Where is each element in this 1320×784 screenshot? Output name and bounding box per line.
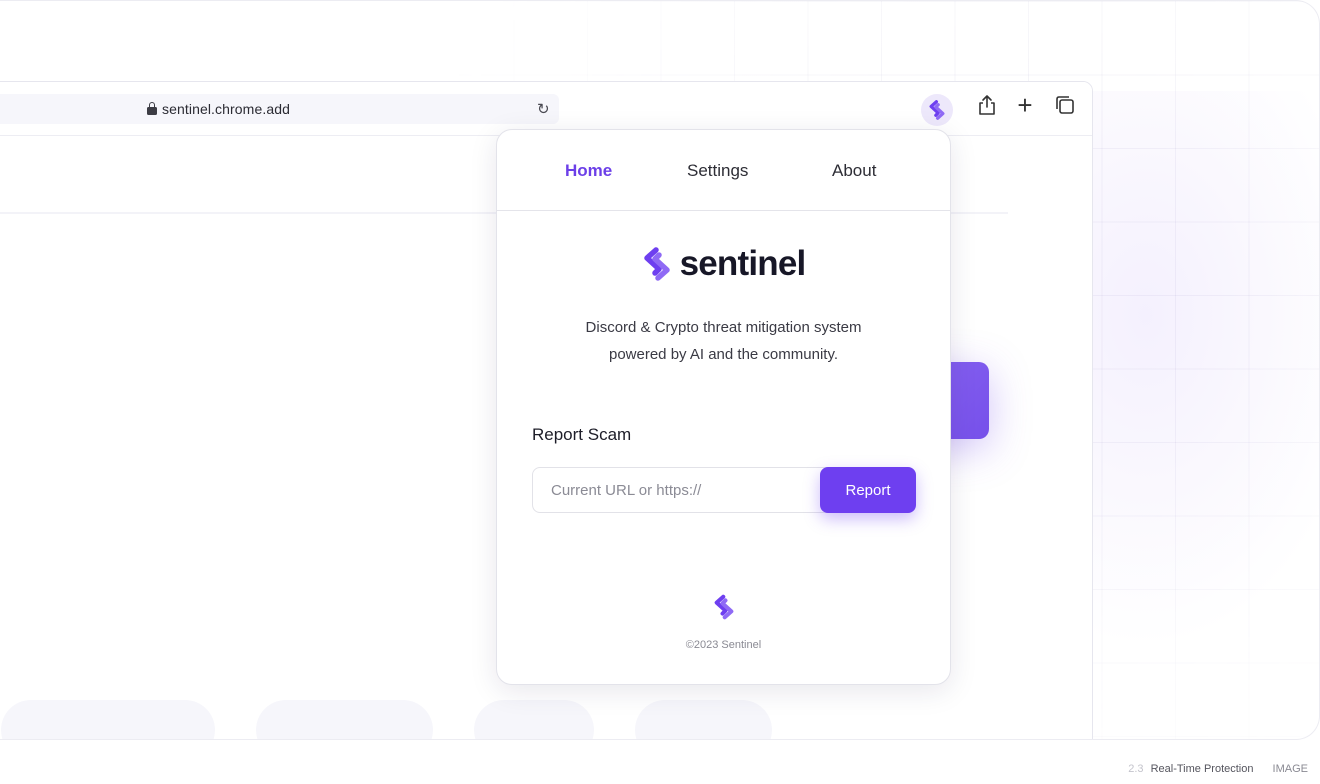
- background-pill: [635, 700, 772, 739]
- extension-popup: Home Settings About sentinel Discord & C…: [496, 129, 951, 685]
- footer-copyright: ©2023 Sentinel: [685, 639, 762, 651]
- report-url-input[interactable]: [532, 467, 832, 513]
- report-scam-heading: Report Scam: [532, 425, 632, 444]
- tagline-line-2: powered by AI and the community.: [608, 346, 838, 363]
- sentinel-logo: sentinel: [497, 244, 950, 284]
- reload-icon[interactable]: ↻: [537, 100, 550, 118]
- sentinel-logo-icon: [929, 100, 945, 120]
- slide-caption: 2.3 Real-Time Protection IMAGE: [1128, 763, 1308, 775]
- popup-nav: Home Settings About: [497, 130, 950, 211]
- background-pill: [474, 700, 594, 739]
- tabs-icon[interactable]: [1052, 92, 1078, 118]
- tab-home[interactable]: Home: [565, 161, 612, 181]
- share-icon[interactable]: [974, 92, 1000, 118]
- slide-frame: sentinel.chrome.add ↻ + Home Settings Ab…: [0, 0, 1320, 740]
- footer-logo-icon: [713, 594, 735, 625]
- tab-settings[interactable]: Settings: [687, 161, 748, 181]
- url-text: sentinel.chrome.add: [162, 101, 290, 117]
- tagline-line-1: Discord & Crypto threat mitigation syste…: [585, 319, 862, 336]
- caption-number: 2.3: [1128, 763, 1144, 775]
- tab-about[interactable]: About: [832, 161, 876, 181]
- lock-icon: [147, 102, 157, 115]
- caption-title: Real-Time Protection: [1150, 763, 1254, 775]
- address-bar[interactable]: sentinel.chrome.add ↻: [0, 94, 559, 124]
- tagline: Discord & Crypto threat mitigation syste…: [497, 314, 950, 368]
- report-button[interactable]: Report: [820, 467, 916, 513]
- plus-icon[interactable]: +: [1012, 92, 1038, 118]
- sentinel-logo-icon: [643, 247, 670, 281]
- browser-toolbar: sentinel.chrome.add ↻ +: [0, 82, 1092, 136]
- logo-wordmark: sentinel: [679, 244, 807, 283]
- sentinel-extension-icon[interactable]: [921, 94, 953, 126]
- background-pill: [256, 700, 433, 739]
- caption-kind: IMAGE: [1272, 763, 1308, 775]
- background-pill: [1, 700, 215, 739]
